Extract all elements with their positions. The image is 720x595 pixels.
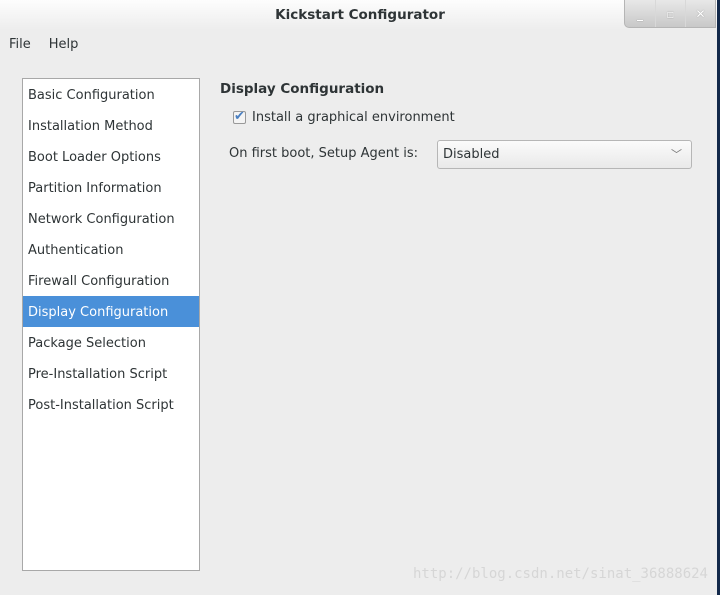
- sidebar-item-authentication[interactable]: Authentication: [23, 234, 199, 265]
- sidebar-item-installation-method[interactable]: Installation Method: [23, 110, 199, 141]
- watermark: http://blog.csdn.net/sinat_36888624: [412, 566, 708, 582]
- minimize-icon[interactable]: _: [625, 0, 655, 27]
- sidebar-item-firewall-configuration[interactable]: Firewall Configuration: [23, 265, 199, 296]
- menu-bar: File Help: [0, 34, 87, 56]
- sidebar-item-network-configuration[interactable]: Network Configuration: [23, 203, 199, 234]
- sidebar-item-post-installation-script[interactable]: Post-Installation Script: [23, 389, 199, 420]
- section-list: Basic Configuration Installation Method Bo…: [22, 78, 200, 571]
- checkbox-label: Install a graphical environment: [252, 110, 455, 125]
- setup-agent-label: On first boot, Setup Agent is:: [229, 146, 419, 161]
- sidebar-item-boot-loader-options[interactable]: Boot Loader Options: [23, 141, 199, 172]
- checkbox-checked-icon[interactable]: ✔: [233, 110, 246, 124]
- sidebar-item-pre-installation-script[interactable]: Pre-Installation Script: [23, 358, 199, 389]
- menu-help[interactable]: Help: [40, 34, 88, 56]
- window-controls: _ ▫ ✕: [624, 0, 716, 28]
- maximize-icon[interactable]: ▫: [655, 0, 685, 27]
- install-graphical-checkbox[interactable]: ✔ Install a graphical environment: [233, 110, 455, 125]
- close-icon[interactable]: ✕: [685, 0, 715, 27]
- menu-file[interactable]: File: [0, 34, 40, 56]
- sidebar-item-display-configuration[interactable]: Display Configuration: [23, 296, 199, 327]
- sidebar-item-basic-configuration[interactable]: Basic Configuration: [23, 79, 199, 110]
- chevron-down-icon: ﹀: [671, 148, 682, 161]
- sidebar-item-partition-information[interactable]: Partition Information: [23, 172, 199, 203]
- dropdown-value: Disabled: [443, 147, 500, 162]
- section-heading: Display Configuration: [220, 81, 385, 97]
- window-title: Kickstart Configurator: [275, 7, 445, 23]
- setup-agent-dropdown[interactable]: Disabled ﹀: [437, 140, 692, 169]
- title-bar: Kickstart Configurator: [0, 0, 720, 30]
- sidebar-item-package-selection[interactable]: Package Selection: [23, 327, 199, 358]
